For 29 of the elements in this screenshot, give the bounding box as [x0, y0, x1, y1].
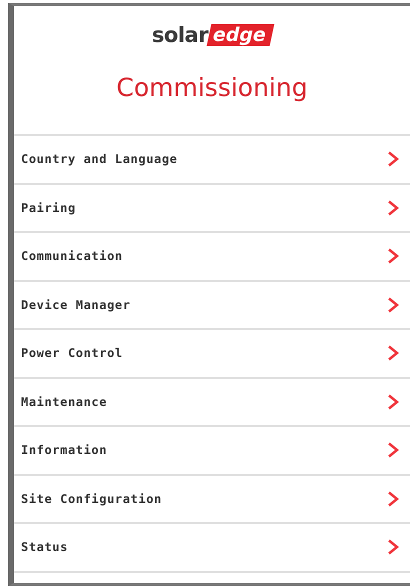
menu-item[interactable]: Power Control	[14, 330, 410, 378]
chevron-icon	[387, 151, 399, 168]
menu-item-label: Maintenance	[21, 394, 108, 409]
chevron-icon	[387, 345, 399, 362]
menu-item[interactable]: Status	[14, 524, 410, 572]
menu-item[interactable]: Device Manager	[14, 282, 410, 330]
menu-item[interactable]: Site Configuration	[14, 476, 410, 524]
menu-item-label: Communication	[21, 249, 123, 264]
menu-item-label: Site Configuration	[21, 492, 162, 506]
menu-item[interactable]: Information	[14, 427, 410, 476]
menu-item-label: Pairing	[21, 200, 76, 215]
chevron-icon	[387, 539, 399, 556]
menu-item-label: Status	[21, 540, 68, 554]
logo-text: solar	[152, 23, 208, 47]
menu-item[interactable]: Pairing	[14, 184, 410, 233]
menu-item[interactable]: Maintenance	[14, 378, 410, 427]
menu-item-label: Country and Language	[21, 152, 178, 166]
chevron-icon	[387, 200, 399, 216]
chevron-icon	[387, 490, 399, 507]
chevron-icon	[387, 442, 399, 458]
menu-item[interactable]: Country and Language	[14, 136, 410, 184]
menu-item-label: Information	[21, 443, 108, 458]
page-title: Commissioning	[116, 73, 308, 102]
menu-item-label: Device Manager	[21, 298, 131, 312]
menu-item[interactable]: Communication	[14, 233, 410, 282]
chevron-icon	[387, 296, 399, 313]
chevron-icon	[387, 394, 399, 410]
chevron-icon	[387, 248, 399, 264]
menu-item-label: Power Control	[21, 346, 123, 360]
